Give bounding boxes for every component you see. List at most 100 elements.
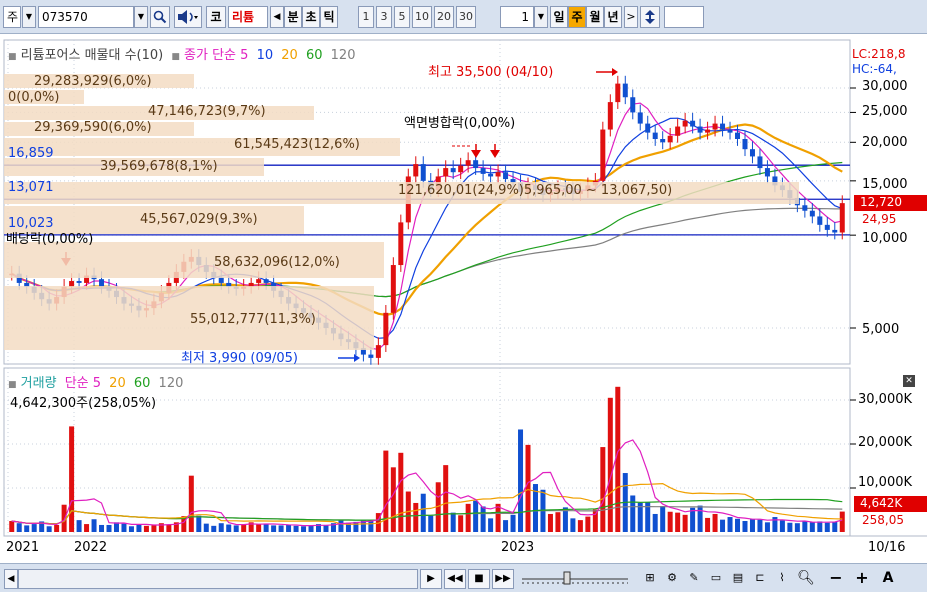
volume-bar [712,513,718,532]
analysis-icon[interactable]: ✎ [684,569,704,589]
volume-bar [91,519,97,532]
updown-arrow-icon[interactable] [640,6,660,28]
market-tag[interactable]: 코 [206,6,226,28]
second-period-button[interactable]: 초 [302,6,320,28]
event-label: 액면병합락(0,00%) [404,116,516,131]
candle-body [764,168,770,177]
x-tick: 2022 [74,540,108,555]
volume-bar [667,511,673,532]
prev-stock-button[interactable]: ◀ [270,6,284,28]
volume-bar [263,523,269,532]
volume-bar [652,513,658,532]
speaker-icon[interactable] [174,6,202,28]
vol-ma20-label: 20 [109,376,126,391]
tick-period-button[interactable]: 틱 [320,6,338,28]
volume-bar [308,525,314,532]
candle-body [735,132,741,140]
volume-bar [735,518,741,532]
candle-body [630,97,636,113]
market-dropdown-icon[interactable]: ▼ [22,6,36,28]
candle-body [637,112,643,124]
compare-icon[interactable]: ▤ [728,569,748,589]
stop-icon[interactable]: ■ [468,569,490,589]
interval-label: 3 [380,10,388,23]
volume-bar [16,523,22,532]
bottom-toolbar: ◀ ▶ ◀◀ ■ ▶▶ ⊞ ⚙ ✎ ▭ ▤ ⊏ ⌇ 🔍︎ − + A [0,563,927,592]
current-pct: 24,95 [862,212,897,226]
volume-bar [727,517,733,532]
high-label: 최고 35,500 (04/10) [428,65,554,80]
extra-input[interactable] [664,6,704,28]
candle-body [749,149,755,157]
volume-profile-label: 55,012,777(11,3%) [190,312,316,327]
magnifier-icon[interactable]: 🔍︎ [796,569,816,589]
interval-button-1[interactable]: 1 [358,6,374,28]
volume-tick: 20,000K [858,435,913,450]
candle-body [824,224,830,230]
interval-button-10[interactable]: 10 [412,6,432,28]
stock-code-input[interactable]: 073570 [38,6,134,28]
count-input[interactable]: 1 [500,6,534,28]
zoom-out-button[interactable]: − [826,569,846,589]
year-period-button[interactable]: 년 [604,6,622,28]
volume-bar [510,514,516,532]
horizontal-scrollbar[interactable] [18,569,418,589]
candle-body [375,345,381,358]
interval-button-20[interactable]: 20 [434,6,454,28]
candle-body [420,164,426,181]
interval-button-5[interactable]: 5 [394,6,410,28]
range-label: 121,620,01(24,9%)5,965,00 ~ 13,067,50) [398,183,673,198]
candle-body [473,160,479,169]
font-size-button[interactable]: A [878,569,898,589]
stock-name-field[interactable]: 리튬 [228,6,268,28]
volume-bar [278,525,284,532]
volume-bar [218,523,224,532]
count-dropdown-icon[interactable]: ▼ [534,6,548,28]
magnifier-icon[interactable] [150,6,170,28]
vol-ma60-line [11,498,843,525]
panel-marker-icon: ■ [8,52,17,62]
volume-panel-title: 거래량 [20,376,57,391]
period-icon[interactable]: ⊏ [750,569,770,589]
market-selector[interactable]: 주 [3,6,21,28]
interval-button-30[interactable]: 30 [456,6,476,28]
volume-bar [764,522,770,532]
market-tag-label: 코 [210,10,222,24]
event-marker-head [471,150,481,158]
settings-icon[interactable]: ⚙ [662,569,682,589]
close-icon[interactable]: ✕ [903,375,915,387]
vol-ma120-label: 120 [158,376,184,391]
month-period-button[interactable]: 월 [586,6,604,28]
candle-body [667,135,673,143]
volume-bar [637,502,643,532]
play-icon[interactable]: ▶ [420,569,442,589]
volume-profile-label: 39,569,678(8,1%) [100,159,218,174]
next-button[interactable]: > [624,6,638,28]
chart-type-icon[interactable]: ⊞ [640,569,660,589]
candle-body [480,168,486,174]
zoom-slider[interactable] [520,571,630,587]
rewind-icon[interactable]: ◀◀ [444,569,466,589]
volume-bar [809,522,815,532]
interval-button-3[interactable]: 3 [376,6,392,28]
volume-bar [630,495,636,532]
volume-bar [757,519,763,532]
volume-bar [233,525,239,532]
candle-body [757,156,763,169]
candle-body [368,354,374,358]
volume-bar [720,519,726,532]
window-icon[interactable]: ▭ [706,569,726,589]
candle-body [645,123,651,133]
fast-forward-icon[interactable]: ▶▶ [492,569,514,589]
candle-body [675,126,681,136]
volume-bar [76,520,82,532]
drawing-icon[interactable]: ⌇ [772,569,792,589]
stock-dropdown-icon[interactable]: ▼ [134,6,148,28]
zoom-in-button[interactable]: + [852,569,872,589]
chart-area[interactable]: ■ 리튬포어스 매물대 수(10) ■ 종가 단순 5 10 20 60 120… [0,34,927,562]
week-period-button[interactable]: 주 [568,6,586,28]
day-period-button[interactable]: 일 [550,6,568,28]
scroll-left-button[interactable]: ◀ [4,569,18,589]
volume-bar [413,502,419,532]
minute-period-button[interactable]: 분 [284,6,302,28]
